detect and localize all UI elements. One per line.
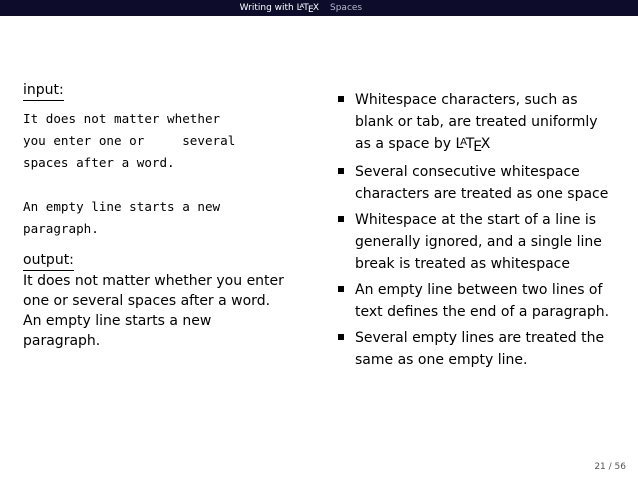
bullet-line: break is treated as whitespace xyxy=(355,256,570,272)
output-line: An empty line starts a new xyxy=(23,313,212,329)
bullet-line: Several consecutive whitespace xyxy=(355,164,580,180)
bullet-list: Whitespace characters, such as blank or … xyxy=(336,89,636,375)
square-bullet-icon xyxy=(338,334,344,340)
bullet-item: Whitespace at the start of a line is gen… xyxy=(336,209,636,275)
square-bullet-icon xyxy=(338,286,344,292)
square-bullet-icon xyxy=(338,96,344,102)
output-text: It does not matter whether you enter one… xyxy=(23,271,313,351)
bullet-line-text: as a space by xyxy=(355,136,452,152)
input-label: input: xyxy=(23,80,64,101)
bullet-item: An empty line between two lines of text … xyxy=(336,279,636,323)
latex-logo: LATEX xyxy=(296,2,319,15)
page-number: 21 / 56 xyxy=(594,462,626,472)
nav-section-current-prefix: Writing with xyxy=(239,3,294,13)
bullet-line: as a space by LATEX xyxy=(355,133,636,157)
output-label: output: xyxy=(23,250,74,271)
navigation-bar: Writing with LATEX Spaces xyxy=(0,0,638,16)
nav-section-current[interactable]: Writing with LATEX xyxy=(239,2,319,15)
example-column: input: It does not matter whether you en… xyxy=(23,79,313,351)
bullet-line: An empty line between two lines of xyxy=(355,282,603,298)
bullet-line: text defines the end of a paragraph. xyxy=(355,304,610,320)
bullet-line: Several empty lines are treated the xyxy=(355,330,605,346)
input-code-block: It does not matter whether you enter one… xyxy=(23,111,236,236)
bullet-line: Whitespace characters, such as xyxy=(355,92,578,108)
output-line: paragraph. xyxy=(23,333,101,349)
bullet-line: same as one empty line. xyxy=(355,352,528,368)
bullet-line: characters are treated as one space xyxy=(355,186,609,202)
latex-logo: LATEX xyxy=(455,136,491,156)
bullet-line: blank or tab, are treated uniformly xyxy=(355,114,598,130)
bullet-line: generally ignored, and a single line xyxy=(355,234,602,250)
bullet-item: Whitespace characters, such as blank or … xyxy=(336,89,636,157)
bullet-item: Several empty lines are treated the same… xyxy=(336,327,636,371)
bullet-item: Several consecutive whitespace character… xyxy=(336,161,636,205)
output-line: It does not matter whether you enter xyxy=(23,273,284,289)
bullet-line: Whitespace at the start of a line is xyxy=(355,212,597,228)
nav-section-next[interactable]: Spaces xyxy=(330,3,362,13)
output-line: one or several spaces after a word. xyxy=(23,293,271,309)
square-bullet-icon xyxy=(338,216,344,222)
square-bullet-icon xyxy=(338,168,344,174)
